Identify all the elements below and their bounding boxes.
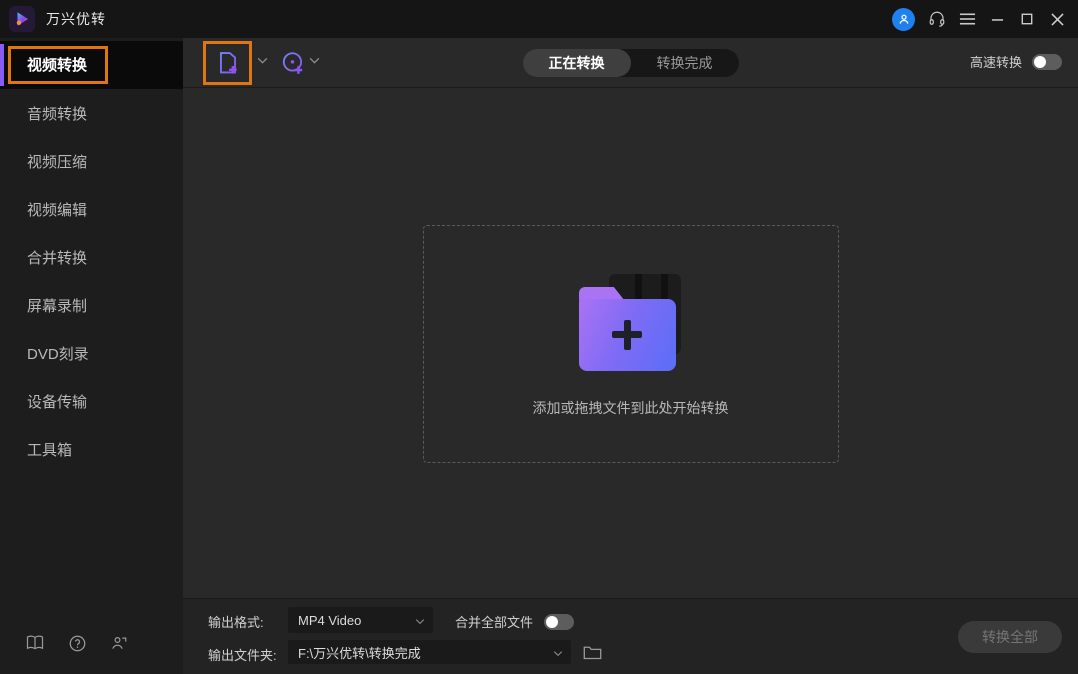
sidebar-item-video-compress[interactable]: 视频压缩: [0, 137, 183, 185]
active-indicator-bar: [0, 44, 4, 86]
hamburger-icon: [959, 12, 976, 26]
community-button[interactable]: [110, 634, 128, 652]
output-format-select[interactable]: MP4 Video: [288, 607, 433, 633]
toggle-knob: [546, 616, 558, 628]
dropzone-hint: 添加或拖拽文件到此处开始转换: [533, 398, 729, 418]
add-dvd-icon: [280, 50, 306, 76]
add-dvd-dropdown-arrow[interactable]: [309, 57, 320, 64]
bottom-bar: 输出格式: MP4 Video 合并全部文件 输出文件夹: F:\万兴优转\转换…: [183, 598, 1078, 674]
user-avatar-icon: [892, 8, 915, 31]
tab-converting[interactable]: 正在转换: [523, 49, 631, 77]
sidebar: 视频转换 音频转换 视频压缩 视频编辑 合并转换 屏幕录制 DVD刻录 设备传输…: [0, 38, 183, 674]
sidebar-item-label: 视频转换: [27, 57, 87, 74]
toggle-knob: [1034, 56, 1046, 68]
add-file-button[interactable]: [203, 41, 252, 85]
app-title: 万兴优转: [46, 9, 106, 29]
app-logo-icon: [9, 6, 35, 32]
folder-icon: [583, 644, 602, 660]
sidebar-item-dvd-burn[interactable]: DVD刻录: [0, 329, 183, 377]
sidebar-item-screen-record[interactable]: 屏幕录制: [0, 281, 183, 329]
merge-all-toggle[interactable]: [544, 614, 574, 630]
output-format-value: MP4 Video: [298, 613, 361, 628]
chevron-down-icon: [415, 613, 425, 628]
help-button[interactable]: [68, 634, 86, 652]
close-button[interactable]: [1042, 0, 1072, 38]
sidebar-item-audio-convert[interactable]: 音频转换: [0, 89, 183, 137]
account-button[interactable]: [892, 0, 922, 38]
maximize-icon: [1021, 13, 1033, 25]
minimize-button[interactable]: [982, 0, 1012, 38]
convert-all-button[interactable]: 转换全部: [958, 621, 1062, 653]
app-window: 万兴优转: [0, 0, 1078, 674]
convert-status-tabs: 正在转换 转换完成: [523, 49, 739, 77]
toolbar: 正在转换 转换完成 高速转换: [183, 38, 1078, 88]
tab-converted[interactable]: 转换完成: [631, 49, 739, 77]
help-icon: [69, 635, 86, 652]
output-folder-label: 输出文件夹:: [208, 645, 277, 664]
close-icon: [1051, 13, 1064, 26]
annotation-highlight-box: 视频转换: [8, 46, 108, 84]
browse-folder-button[interactable]: [581, 642, 603, 662]
high-speed-toggle[interactable]: [1032, 54, 1062, 70]
sidebar-item-video-convert[interactable]: 视频转换: [0, 41, 183, 89]
output-folder-select[interactable]: F:\万兴优转\转换完成: [288, 640, 571, 664]
guide-button[interactable]: [26, 634, 44, 652]
main-area: 添加或拖拽文件到此处开始转换: [183, 89, 1078, 598]
chevron-down-icon: [257, 57, 268, 64]
support-button[interactable]: [922, 0, 952, 38]
add-folder-icon: [579, 274, 683, 372]
add-file-dropdown-arrow[interactable]: [257, 57, 268, 64]
output-folder-value: F:\万兴优转\转换完成: [298, 643, 421, 662]
sidebar-footer: [0, 634, 183, 652]
titlebar: 万兴优转: [0, 0, 1078, 38]
output-format-label: 输出格式:: [208, 612, 264, 631]
sidebar-item-device-transfer[interactable]: 设备传输: [0, 377, 183, 425]
merge-all-label: 合并全部文件: [455, 612, 533, 631]
maximize-button[interactable]: [1012, 0, 1042, 38]
content-area: 正在转换 转换完成 高速转换: [183, 38, 1078, 674]
community-icon: [110, 635, 128, 651]
add-dvd-button[interactable]: [279, 49, 307, 77]
add-file-icon: [215, 50, 241, 76]
sidebar-item-merge-convert[interactable]: 合并转换: [0, 233, 183, 281]
sidebar-item-video-edit[interactable]: 视频编辑: [0, 185, 183, 233]
book-icon: [26, 635, 44, 651]
folder-body-shape: [579, 299, 676, 371]
headset-icon: [928, 10, 946, 28]
chevron-down-icon: [553, 645, 563, 660]
chevron-down-icon: [309, 57, 320, 64]
menu-button[interactable]: [952, 0, 982, 38]
file-dropzone[interactable]: 添加或拖拽文件到此处开始转换: [423, 225, 839, 463]
sidebar-item-toolbox[interactable]: 工具箱: [0, 425, 183, 473]
high-speed-label: 高速转换: [970, 52, 1022, 71]
minimize-icon: [991, 13, 1004, 26]
